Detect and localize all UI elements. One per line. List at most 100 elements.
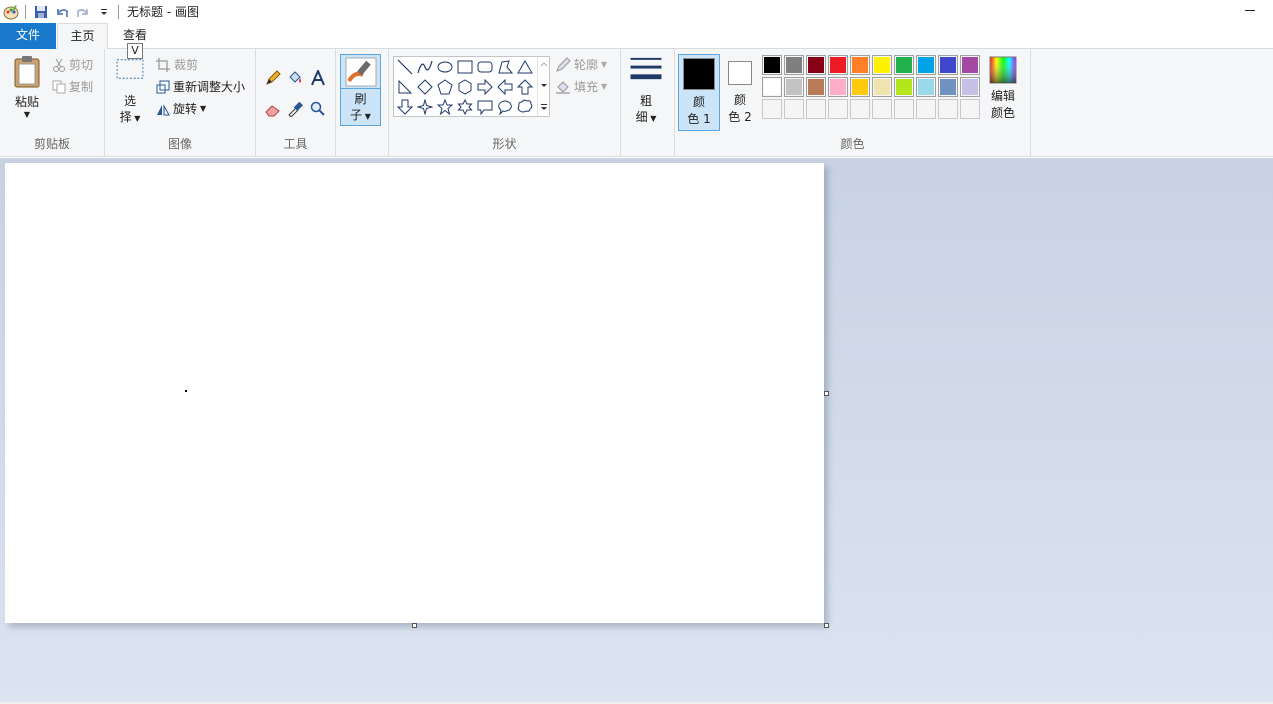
paint-bucket-icon xyxy=(289,71,301,83)
shape-rect-callout[interactable] xyxy=(475,97,495,117)
palette-swatch[interactable] xyxy=(762,55,782,75)
brushes-button[interactable]: 刷 子 ▼ xyxy=(340,54,381,126)
palette-swatch[interactable] xyxy=(938,77,958,97)
shape-diamond[interactable] xyxy=(415,77,435,97)
palette-swatch[interactable] xyxy=(960,77,980,97)
color2-button[interactable]: 颜 色 2 xyxy=(723,54,757,131)
resize-handle-bottom[interactable] xyxy=(412,623,417,628)
palette-swatch[interactable] xyxy=(894,99,914,119)
shape-five-point-star[interactable] xyxy=(435,97,455,117)
fill-button[interactable]: 填充 ▼ xyxy=(555,78,607,95)
shapes-scrollbar[interactable] xyxy=(537,57,549,116)
outline-button[interactable]: 轮廓 ▼ xyxy=(555,56,607,73)
palette-swatch[interactable] xyxy=(806,99,826,119)
group-colors: 颜 色 1 颜 色 2 编辑 颜色 颜色 xyxy=(675,49,1031,156)
palette-swatch[interactable] xyxy=(960,55,980,75)
minimize-button[interactable] xyxy=(1243,4,1257,18)
eraser-tool[interactable] xyxy=(263,99,283,119)
scroll-down-icon[interactable] xyxy=(540,83,548,89)
palette-swatch[interactable] xyxy=(916,99,936,119)
edit-colors-button[interactable]: 编辑 颜色 xyxy=(985,56,1021,128)
undo-icon[interactable] xyxy=(51,1,72,22)
text-tool[interactable] xyxy=(307,68,329,88)
shape-right-arrow[interactable] xyxy=(475,77,495,97)
palette-swatch[interactable] xyxy=(784,55,804,75)
palette-swatch-color xyxy=(764,57,780,73)
palette-swatch[interactable] xyxy=(784,99,804,119)
palette-swatch[interactable] xyxy=(850,99,870,119)
palette-swatch[interactable] xyxy=(784,77,804,97)
resize-handle-corner[interactable] xyxy=(824,623,829,628)
gallery-expand-icon[interactable] xyxy=(540,103,548,111)
shape-pentagon[interactable] xyxy=(435,77,455,97)
select-button[interactable]: 选 择 ▼ xyxy=(113,57,147,127)
redo-icon[interactable] xyxy=(72,1,93,22)
palette-swatch[interactable] xyxy=(806,77,826,97)
shape-polygon[interactable] xyxy=(495,57,515,77)
shape-left-arrow[interactable] xyxy=(495,77,515,97)
palette-swatch[interactable] xyxy=(916,77,936,97)
color1-button[interactable]: 颜 色 1 xyxy=(678,54,720,131)
shape-four-point-star[interactable] xyxy=(415,97,435,117)
palette-swatch-color xyxy=(896,101,912,117)
palette-swatch[interactable] xyxy=(806,55,826,75)
palette-swatch[interactable] xyxy=(850,77,870,97)
shape-right-triangle[interactable] xyxy=(395,77,415,97)
shape-rectangle[interactable] xyxy=(455,57,475,77)
fill-bucket-icon xyxy=(556,80,570,94)
resize-handle-right[interactable] xyxy=(824,391,829,396)
palette-swatch[interactable] xyxy=(762,99,782,119)
customize-qat-icon[interactable] xyxy=(93,1,114,22)
palette-swatch[interactable] xyxy=(828,55,848,75)
palette-swatch[interactable] xyxy=(938,99,958,119)
crop-button[interactable]: 裁剪 xyxy=(156,56,198,73)
shape-curve[interactable] xyxy=(415,57,435,77)
palette-swatch[interactable] xyxy=(960,99,980,119)
palette-swatch[interactable] xyxy=(872,55,892,75)
shape-oval-callout[interactable] xyxy=(495,97,515,117)
palette-swatch[interactable] xyxy=(828,99,848,119)
palette-swatch[interactable] xyxy=(916,55,936,75)
scroll-up-icon[interactable] xyxy=(540,61,548,67)
magnifier-tool[interactable] xyxy=(307,99,329,119)
save-icon[interactable] xyxy=(30,1,51,22)
cloud-callout-shape-icon xyxy=(517,99,533,113)
shape-rounded-rectangle[interactable] xyxy=(475,57,495,77)
shape-oval[interactable] xyxy=(435,57,455,77)
tab-file[interactable]: 文件 xyxy=(0,23,56,49)
palette-swatch[interactable] xyxy=(850,55,870,75)
palette-swatch[interactable] xyxy=(894,55,914,75)
palette-swatch-color xyxy=(962,101,978,117)
tab-home[interactable]: 主页 xyxy=(57,23,108,50)
rotate-button[interactable]: 旋转 ▼ xyxy=(156,100,206,117)
palette-swatch[interactable] xyxy=(828,77,848,97)
shape-down-arrow[interactable] xyxy=(395,97,415,117)
paint-app-icon[interactable] xyxy=(0,1,21,22)
clipboard-icon xyxy=(14,56,40,88)
fill-tool[interactable] xyxy=(285,68,305,88)
paste-button[interactable]: 粘贴 ▼ xyxy=(10,55,44,125)
selection-rect-icon xyxy=(116,59,144,79)
color-palette xyxy=(762,55,984,121)
resize-button[interactable]: 重新调整大小 xyxy=(156,78,245,95)
shape-hexagon[interactable] xyxy=(455,77,475,97)
shape-cloud-callout[interactable] xyxy=(515,97,535,117)
shape-triangle[interactable] xyxy=(515,57,535,77)
shape-six-point-star[interactable] xyxy=(455,97,475,117)
shape-up-arrow[interactable] xyxy=(515,77,535,97)
pencil-tool[interactable] xyxy=(263,68,283,88)
copy-button[interactable]: 复制 xyxy=(52,78,93,95)
brushes-icon-area xyxy=(341,55,380,89)
palette-swatch[interactable] xyxy=(938,55,958,75)
palette-swatch[interactable] xyxy=(894,77,914,97)
group-label-image: 图像 xyxy=(167,137,192,151)
size-button[interactable]: 粗 细 ▼ xyxy=(628,55,664,127)
color-picker-tool[interactable] xyxy=(285,99,305,119)
palette-swatch[interactable] xyxy=(872,99,892,119)
cut-button[interactable]: 剪切 xyxy=(52,56,93,73)
drawing-canvas[interactable] xyxy=(5,163,824,623)
rotate-dropdown-arrow: ▼ xyxy=(200,104,207,113)
palette-swatch[interactable] xyxy=(762,77,782,97)
shape-line[interactable] xyxy=(395,57,415,77)
palette-swatch[interactable] xyxy=(872,77,892,97)
